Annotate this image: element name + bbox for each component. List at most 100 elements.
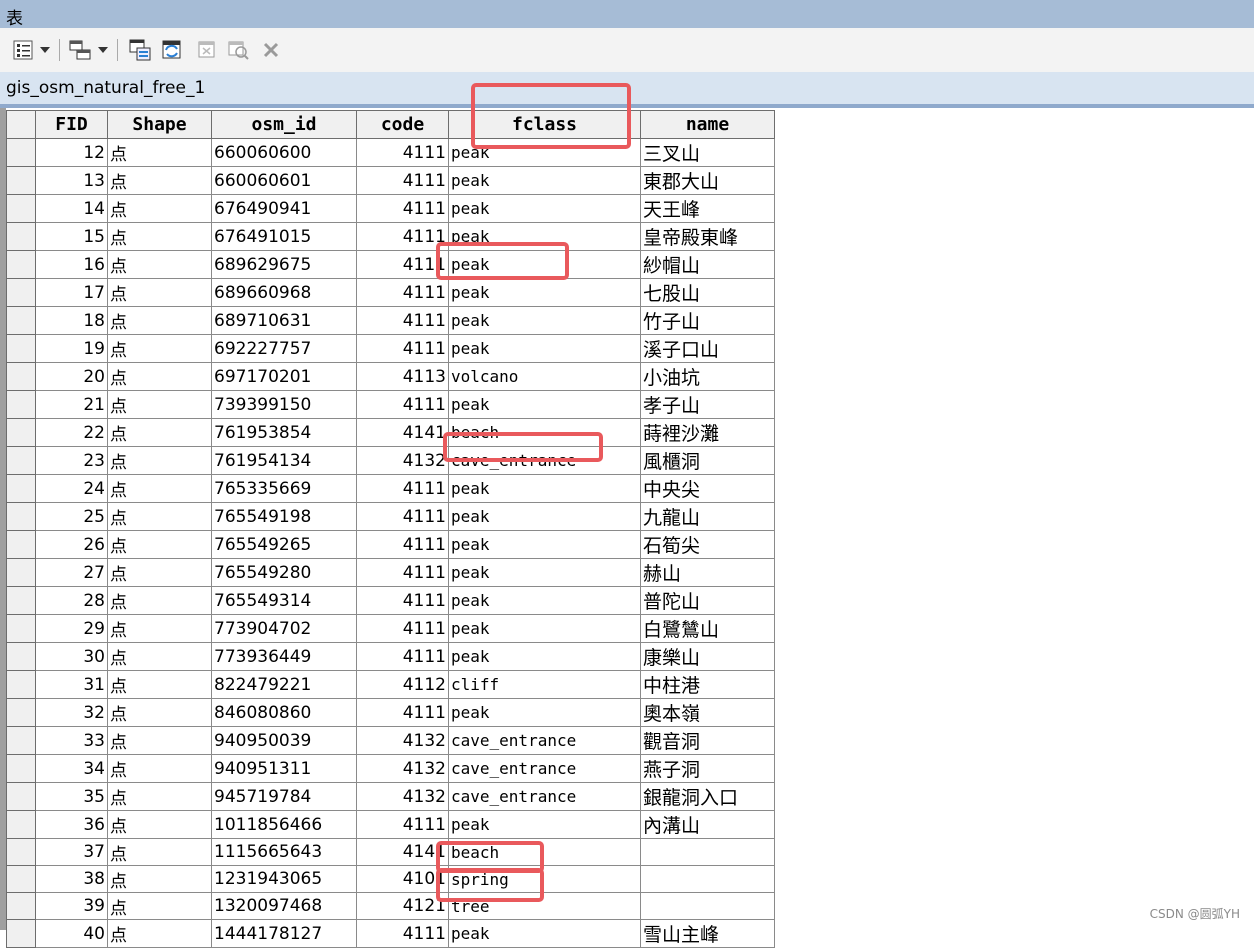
cell-fclass[interactable]: cave_entrance — [448, 782, 641, 811]
cell-name[interactable]: 奧本嶺 — [640, 698, 775, 727]
cell-code[interactable]: 4111 — [356, 586, 449, 615]
row-selector[interactable] — [6, 698, 36, 727]
cell-fid[interactable]: 22 — [35, 418, 108, 447]
cell-fclass[interactable]: beach — [448, 418, 641, 447]
cell-code[interactable]: 4111 — [356, 919, 449, 948]
cell-code[interactable]: 4111 — [356, 390, 449, 419]
cell-code[interactable]: 4111 — [356, 614, 449, 643]
cell-code[interactable]: 4111 — [356, 250, 449, 279]
cell-osm-id[interactable]: 676490941 — [211, 194, 357, 223]
cell-fid[interactable]: 14 — [35, 194, 108, 223]
table-row[interactable]: 35 点 945719784 4132 cave_entrance 銀龍洞入口 — [6, 782, 775, 811]
cell-code[interactable]: 4132 — [356, 446, 449, 475]
cell-shape[interactable]: 点 — [107, 278, 212, 307]
cell-fid[interactable]: 25 — [35, 502, 108, 531]
cell-name[interactable]: 內溝山 — [640, 810, 775, 839]
cell-osm-id[interactable]: 697170201 — [211, 362, 357, 391]
row-selector[interactable] — [6, 642, 36, 671]
cell-osm-id[interactable]: 846080860 — [211, 698, 357, 727]
clear-selection-icon[interactable] — [194, 38, 220, 62]
row-selector[interactable] — [6, 530, 36, 559]
table-row[interactable]: 13 点 660060601 4111 peak 東郡大山 — [6, 166, 775, 195]
row-selector[interactable] — [6, 865, 36, 893]
cell-osm-id[interactable]: 689660968 — [211, 278, 357, 307]
cell-fclass[interactable]: peak — [448, 919, 641, 948]
cell-name[interactable]: 小油坑 — [640, 362, 775, 391]
cell-code[interactable]: 4111 — [356, 530, 449, 559]
row-selector[interactable] — [6, 166, 36, 195]
delete-selected-icon[interactable] — [258, 38, 284, 62]
cell-fclass[interactable]: peak — [448, 474, 641, 503]
cell-shape[interactable]: 点 — [107, 892, 212, 920]
cell-fclass[interactable]: peak — [448, 502, 641, 531]
row-selector[interactable] — [6, 446, 36, 475]
cell-name[interactable]: 孝子山 — [640, 390, 775, 419]
row-selector[interactable] — [6, 362, 36, 391]
cell-code[interactable]: 4132 — [356, 782, 449, 811]
row-selector[interactable] — [6, 138, 36, 167]
cell-fid[interactable]: 19 — [35, 334, 108, 363]
zoom-to-selected-icon[interactable] — [224, 38, 252, 62]
cell-osm-id[interactable]: 822479221 — [211, 670, 357, 699]
cell-name[interactable]: 東郡大山 — [640, 166, 775, 195]
row-selector[interactable] — [6, 390, 36, 419]
cell-osm-id[interactable]: 1011856466 — [211, 810, 357, 839]
row-selector[interactable] — [6, 586, 36, 615]
cell-osm-id[interactable]: 940950039 — [211, 726, 357, 755]
table-row[interactable]: 16 点 689629675 4111 peak 紗帽山 — [6, 250, 775, 279]
cell-name[interactable]: 紗帽山 — [640, 250, 775, 279]
cell-code[interactable]: 4111 — [356, 306, 449, 335]
table-row[interactable]: 17 点 689660968 4111 peak 七股山 — [6, 278, 775, 307]
cell-name[interactable]: 康樂山 — [640, 642, 775, 671]
table-row[interactable]: 40 点 1444178127 4111 peak 雪山主峰 — [6, 919, 775, 948]
dropdown-arrow-icon[interactable] — [96, 38, 110, 62]
table-row[interactable]: 20 点 697170201 4113 volcano 小油坑 — [6, 362, 775, 391]
table-row[interactable]: 30 点 773936449 4111 peak 康樂山 — [6, 642, 775, 671]
cell-code[interactable]: 4112 — [356, 670, 449, 699]
table-row[interactable]: 28 点 765549314 4111 peak 普陀山 — [6, 586, 775, 615]
row-selector[interactable] — [6, 222, 36, 251]
cell-fid[interactable]: 12 — [35, 138, 108, 167]
cell-name[interactable]: 三叉山 — [640, 138, 775, 167]
cell-fclass[interactable]: peak — [448, 194, 641, 223]
cell-code[interactable]: 4111 — [356, 334, 449, 363]
cell-shape[interactable]: 点 — [107, 138, 212, 167]
cell-fclass[interactable]: peak — [448, 222, 641, 251]
cell-name[interactable]: 竹子山 — [640, 306, 775, 335]
cell-osm-id[interactable]: 1320097468 — [211, 892, 357, 920]
cell-shape[interactable]: 点 — [107, 670, 212, 699]
cell-fclass[interactable]: beach — [448, 838, 641, 866]
table-row[interactable]: 24 点 765335669 4111 peak 中央尖 — [6, 474, 775, 503]
cell-code[interactable]: 4111 — [356, 222, 449, 251]
cell-osm-id[interactable]: 773904702 — [211, 614, 357, 643]
table-row[interactable]: 38 点 1231943065 4101 spring — [6, 865, 775, 893]
cell-osm-id[interactable]: 1231943065 — [211, 865, 357, 893]
column-header-shape[interactable]: Shape — [107, 110, 212, 139]
cell-fclass[interactable]: peak — [448, 306, 641, 335]
row-selector[interactable] — [6, 614, 36, 643]
related-tables-icon[interactable] — [66, 38, 94, 62]
cell-shape[interactable]: 点 — [107, 919, 212, 948]
cell-fid[interactable]: 27 — [35, 558, 108, 587]
cell-fclass[interactable]: tree — [448, 892, 641, 920]
cell-fclass[interactable]: peak — [448, 138, 641, 167]
dropdown-arrow-icon[interactable] — [38, 38, 52, 62]
cell-code[interactable]: 4111 — [356, 474, 449, 503]
table-row[interactable]: 12 点 660060600 4111 peak 三叉山 — [6, 138, 775, 167]
cell-shape[interactable]: 点 — [107, 726, 212, 755]
cell-shape[interactable]: 点 — [107, 446, 212, 475]
cell-name[interactable] — [640, 892, 775, 920]
cell-fid[interactable]: 30 — [35, 642, 108, 671]
cell-fid[interactable]: 36 — [35, 810, 108, 839]
cell-code[interactable]: 4111 — [356, 138, 449, 167]
cell-fclass[interactable]: cave_entrance — [448, 726, 641, 755]
cell-shape[interactable]: 点 — [107, 222, 212, 251]
column-header-fclass[interactable]: fclass — [448, 110, 641, 139]
cell-fid[interactable]: 28 — [35, 586, 108, 615]
cell-fid[interactable]: 34 — [35, 754, 108, 783]
cell-shape[interactable]: 点 — [107, 390, 212, 419]
cell-osm-id[interactable]: 773936449 — [211, 642, 357, 671]
cell-name[interactable]: 九龍山 — [640, 502, 775, 531]
cell-fid[interactable]: 15 — [35, 222, 108, 251]
cell-fclass[interactable]: peak — [448, 334, 641, 363]
